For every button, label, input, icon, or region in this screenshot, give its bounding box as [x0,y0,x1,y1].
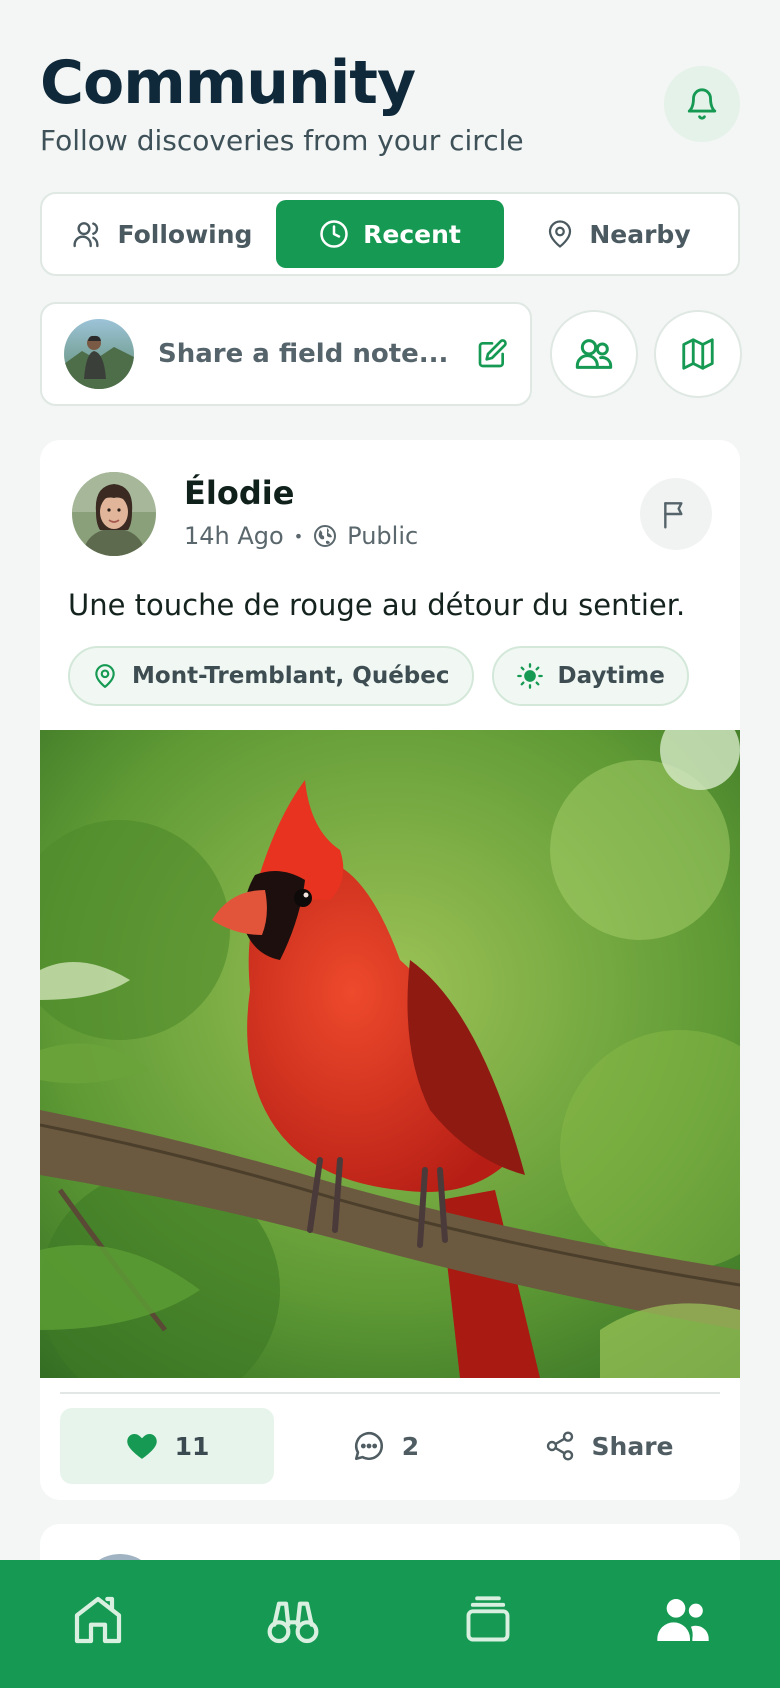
like-button[interactable]: 11 [60,1408,274,1484]
nav-collection[interactable] [438,1580,538,1660]
share-label: Share [591,1431,674,1461]
nav-home[interactable] [48,1580,148,1660]
community-icon [656,1599,709,1641]
tab-nearby[interactable]: Nearby [504,200,732,268]
author-avatar[interactable] [72,472,156,556]
globe-icon [314,525,337,547]
author-name[interactable]: Élodie [184,474,294,512]
heart-icon [126,1433,157,1459]
post-card: Élodie 14h Ago • Public Une touche de ro… [40,440,740,1500]
field-note-composer[interactable]: Share a field note... [40,302,532,406]
post-meta: 14h Ago • Public [184,522,418,550]
tab-following[interactable]: Following [48,200,276,268]
collection-icon [466,1596,509,1642]
page-title: Community [40,48,416,118]
meta-separator: • [293,526,304,546]
time-of-day-chip-label: Daytime [557,663,665,689]
post-header: Élodie 14h Ago • Public [72,472,712,562]
nav-community[interactable] [633,1580,733,1660]
comment-icon [354,1432,383,1461]
post-photo[interactable] [40,730,740,1378]
map-icon [682,338,714,370]
tab-recent-label: Recent [363,219,461,249]
composer-placeholder: Share a field note... [158,339,449,369]
post-time: 14h Ago [184,522,284,550]
comment-button[interactable]: 2 [274,1408,497,1484]
like-count: 11 [174,1431,210,1461]
actions-divider [60,1392,720,1394]
flag-icon [664,502,683,529]
page-subtitle: Follow discoveries from your circle [40,124,524,157]
map-pin-icon [549,220,572,248]
clock-icon [320,220,348,248]
sun-icon [516,663,543,689]
location-chip-label: Mont-Tremblant, Québec [132,663,450,689]
nav-explore[interactable] [243,1580,343,1660]
post-caption: Une touche de rouge au détour du sentier… [68,588,686,622]
report-button[interactable] [640,478,712,550]
time-of-day-chip[interactable]: Daytime [491,646,689,706]
user-avatar [64,319,134,389]
groups-button[interactable] [550,310,638,398]
page-header: Community Follow discoveries from your c… [40,48,740,168]
notifications-button[interactable] [664,66,740,142]
map-pin-icon [95,664,115,688]
post-actions: 11 2 Share [60,1408,720,1484]
bottom-nav [0,1560,780,1688]
feed-tabs: Following Recent Nearby [40,192,740,276]
edit-icon [478,339,507,368]
post-visibility: Public [347,522,419,550]
tab-nearby-label: Nearby [589,219,691,249]
tab-recent[interactable]: Recent [276,200,504,268]
binoculars-icon [267,1601,318,1644]
home-icon [74,1596,121,1644]
map-button[interactable] [654,310,742,398]
comment-count: 2 [401,1431,420,1461]
post-tags: Mont-Tremblant, Québec Daytime [68,646,689,706]
location-chip[interactable]: Mont-Tremblant, Québec [68,646,474,706]
group-icon [575,339,613,369]
share-icon [546,1431,573,1461]
users-icon [72,222,99,248]
share-button[interactable]: Share [497,1408,720,1484]
bell-icon [687,88,717,120]
tab-following-label: Following [117,219,253,249]
